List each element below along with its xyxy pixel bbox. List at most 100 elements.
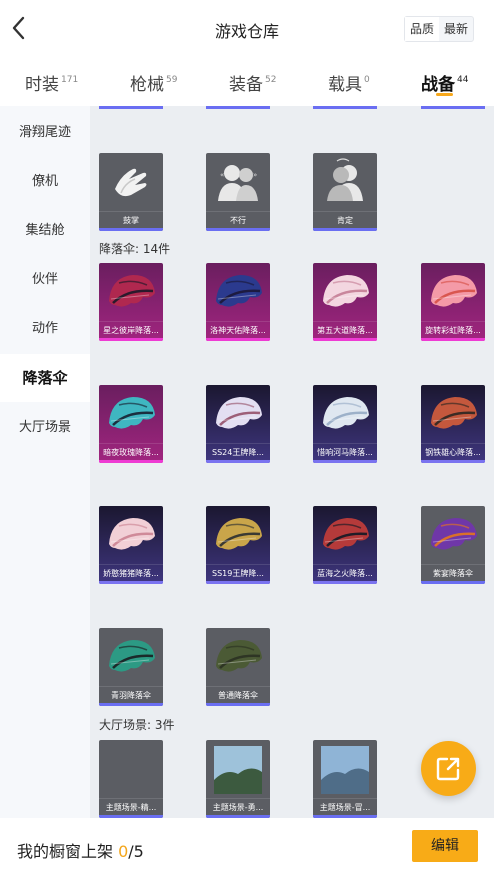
tab-label: 载具 <box>328 75 362 95</box>
showcase-count: 我的橱窗上架 0/5 <box>17 838 144 862</box>
parachute-icon <box>99 263 163 321</box>
refuse-emote-icon: «» <box>206 153 270 211</box>
parachute-icon <box>206 506 270 564</box>
item-card[interactable]: «» 不行 <box>206 153 270 231</box>
showcase-bar: 我的橱窗上架 0/5 编辑 <box>0 818 494 875</box>
parachute-icon <box>99 506 163 564</box>
scene-thumbnail <box>313 740 377 798</box>
rarity-bar <box>421 581 485 584</box>
tab-count: 52 <box>265 75 277 85</box>
item-name: 主题场景-冒... <box>313 798 377 815</box>
item-name: 暗夜玫瑰降落... <box>99 443 163 460</box>
card-edge <box>421 106 485 109</box>
parachute-card[interactable]: 惜响河马降落... <box>313 385 377 463</box>
sidebar-item-wingman[interactable]: 僚机 <box>0 158 90 206</box>
share-button[interactable] <box>421 741 476 796</box>
tab-label: 时装 <box>25 75 59 95</box>
parachute-card[interactable]: 暗夜玫瑰降落... <box>99 385 163 463</box>
lobby-scene-card[interactable]: 主题场景-精... <box>99 740 163 818</box>
parachute-card[interactable]: SS19王牌降... <box>206 506 270 584</box>
parachute-icon <box>421 263 485 321</box>
sidebar-item-companion[interactable]: 伙伴 <box>0 256 90 304</box>
item-name: SS19王牌降... <box>206 564 270 581</box>
rarity-bar <box>206 338 270 341</box>
item-card[interactable]: 鼓掌 <box>99 153 163 231</box>
rarity-bar <box>206 581 270 584</box>
sort-latest-button[interactable]: 最新 <box>439 17 473 41</box>
sort-toggle[interactable]: 品质 最新 <box>404 16 475 42</box>
svg-text:«: « <box>220 171 224 179</box>
parachute-card[interactable]: 蓝海之火降落... <box>313 506 377 584</box>
tab-weapons[interactable]: 枪械 59 <box>130 70 177 95</box>
svg-text:»: » <box>253 171 257 179</box>
item-name: 肯定 <box>313 211 377 228</box>
item-name: 旋转彩虹降落... <box>421 321 485 338</box>
item-name: 不行 <box>206 211 270 228</box>
card-edge <box>99 106 163 109</box>
rarity-bar <box>99 703 163 706</box>
parachute-section-label: 降落伞: 14件 <box>99 242 171 256</box>
parachute-icon <box>421 385 485 443</box>
tab-count: 0 <box>364 75 370 85</box>
active-tab-indicator <box>436 93 453 96</box>
parachute-icon <box>313 385 377 443</box>
header-bar: 游戏仓库 品质 最新 <box>0 0 494 58</box>
lobby-section-label: 大厅场景: 3件 <box>99 718 175 732</box>
tab-label: 枪械 <box>130 75 164 95</box>
rarity-bar <box>99 581 163 584</box>
tab-combat-prep[interactable]: 战备 44 <box>421 70 468 95</box>
parachute-icon <box>206 385 270 443</box>
item-name: 钢铁雄心降落... <box>421 443 485 460</box>
parachute-card[interactable]: 娇憨猪猪降落... <box>99 506 163 584</box>
lobby-scene-card[interactable]: 主题场景-勇... <box>206 740 270 818</box>
share-external-icon <box>436 757 460 781</box>
showcase-total: /5 <box>128 842 144 861</box>
scene-thumbnail <box>206 740 270 798</box>
item-name: 青羽降落伞 <box>99 686 163 703</box>
sidebar-item-emote[interactable]: 动作 <box>0 305 90 353</box>
parachute-card[interactable]: 青羽降落伞 <box>99 628 163 706</box>
item-name: 主题场景-勇... <box>206 798 270 815</box>
item-name: 鼓掌 <box>99 211 163 228</box>
edit-button[interactable]: 编辑 <box>412 830 478 862</box>
parachute-icon <box>99 628 163 686</box>
parachute-card[interactable]: SS24王牌降... <box>206 385 270 463</box>
rarity-bar <box>313 228 377 231</box>
parachute-card[interactable]: 紫宴降落伞 <box>421 506 485 584</box>
item-name: 星之彼岸降落... <box>99 321 163 338</box>
rarity-bar <box>313 460 377 463</box>
rarity-bar <box>206 228 270 231</box>
rarity-bar <box>206 703 270 706</box>
rarity-bar <box>421 338 485 341</box>
sidebar-item-glide-trail[interactable]: 滑翔尾迹 <box>0 109 90 157</box>
rarity-bar <box>99 338 163 341</box>
item-name: SS24王牌降... <box>206 443 270 460</box>
item-name: 娇憨猪猪降落... <box>99 564 163 581</box>
lobby-scene-card[interactable]: 主题场景-冒... <box>313 740 377 818</box>
item-grid-area[interactable]: 鼓掌 «» 不行 肯定 降落伞: 14件 星之彼岸降落... 洛神天佑降落... 第… <box>90 106 494 818</box>
tab-label: 战备 <box>421 75 455 95</box>
tab-fashion[interactable]: 时装 171 <box>25 70 78 95</box>
rarity-bar <box>206 460 270 463</box>
parachute-card[interactable]: 洛神天佑降落... <box>206 263 270 341</box>
tab-equipment[interactable]: 装备 52 <box>229 70 276 95</box>
item-card[interactable]: 肯定 <box>313 153 377 231</box>
parachute-card[interactable]: 旋转彩虹降落... <box>421 263 485 341</box>
nod-emote-icon <box>313 153 377 211</box>
parachute-icon <box>206 628 270 686</box>
sidebar-item-lobby-scene[interactable]: 大厅场景 <box>0 404 90 452</box>
parachute-card[interactable]: 钢铁雄心降落... <box>421 385 485 463</box>
parachute-card[interactable]: 第五大道降落... <box>313 263 377 341</box>
sidebar-item-parachute[interactable]: 降落伞 <box>0 354 90 402</box>
card-edge <box>206 106 270 109</box>
parachute-card[interactable]: 星之彼岸降落... <box>99 263 163 341</box>
rarity-bar <box>99 228 163 231</box>
sort-quality-button[interactable]: 品质 <box>405 17 440 41</box>
rarity-bar <box>421 460 485 463</box>
tab-vehicles[interactable]: 载具 0 <box>328 70 370 95</box>
rarity-bar <box>313 338 377 341</box>
sidebar-item-rally-pod[interactable]: 集结舱 <box>0 207 90 255</box>
parachute-card[interactable]: 普通降落伞 <box>206 628 270 706</box>
rarity-bar <box>313 581 377 584</box>
tab-label: 装备 <box>229 75 263 95</box>
